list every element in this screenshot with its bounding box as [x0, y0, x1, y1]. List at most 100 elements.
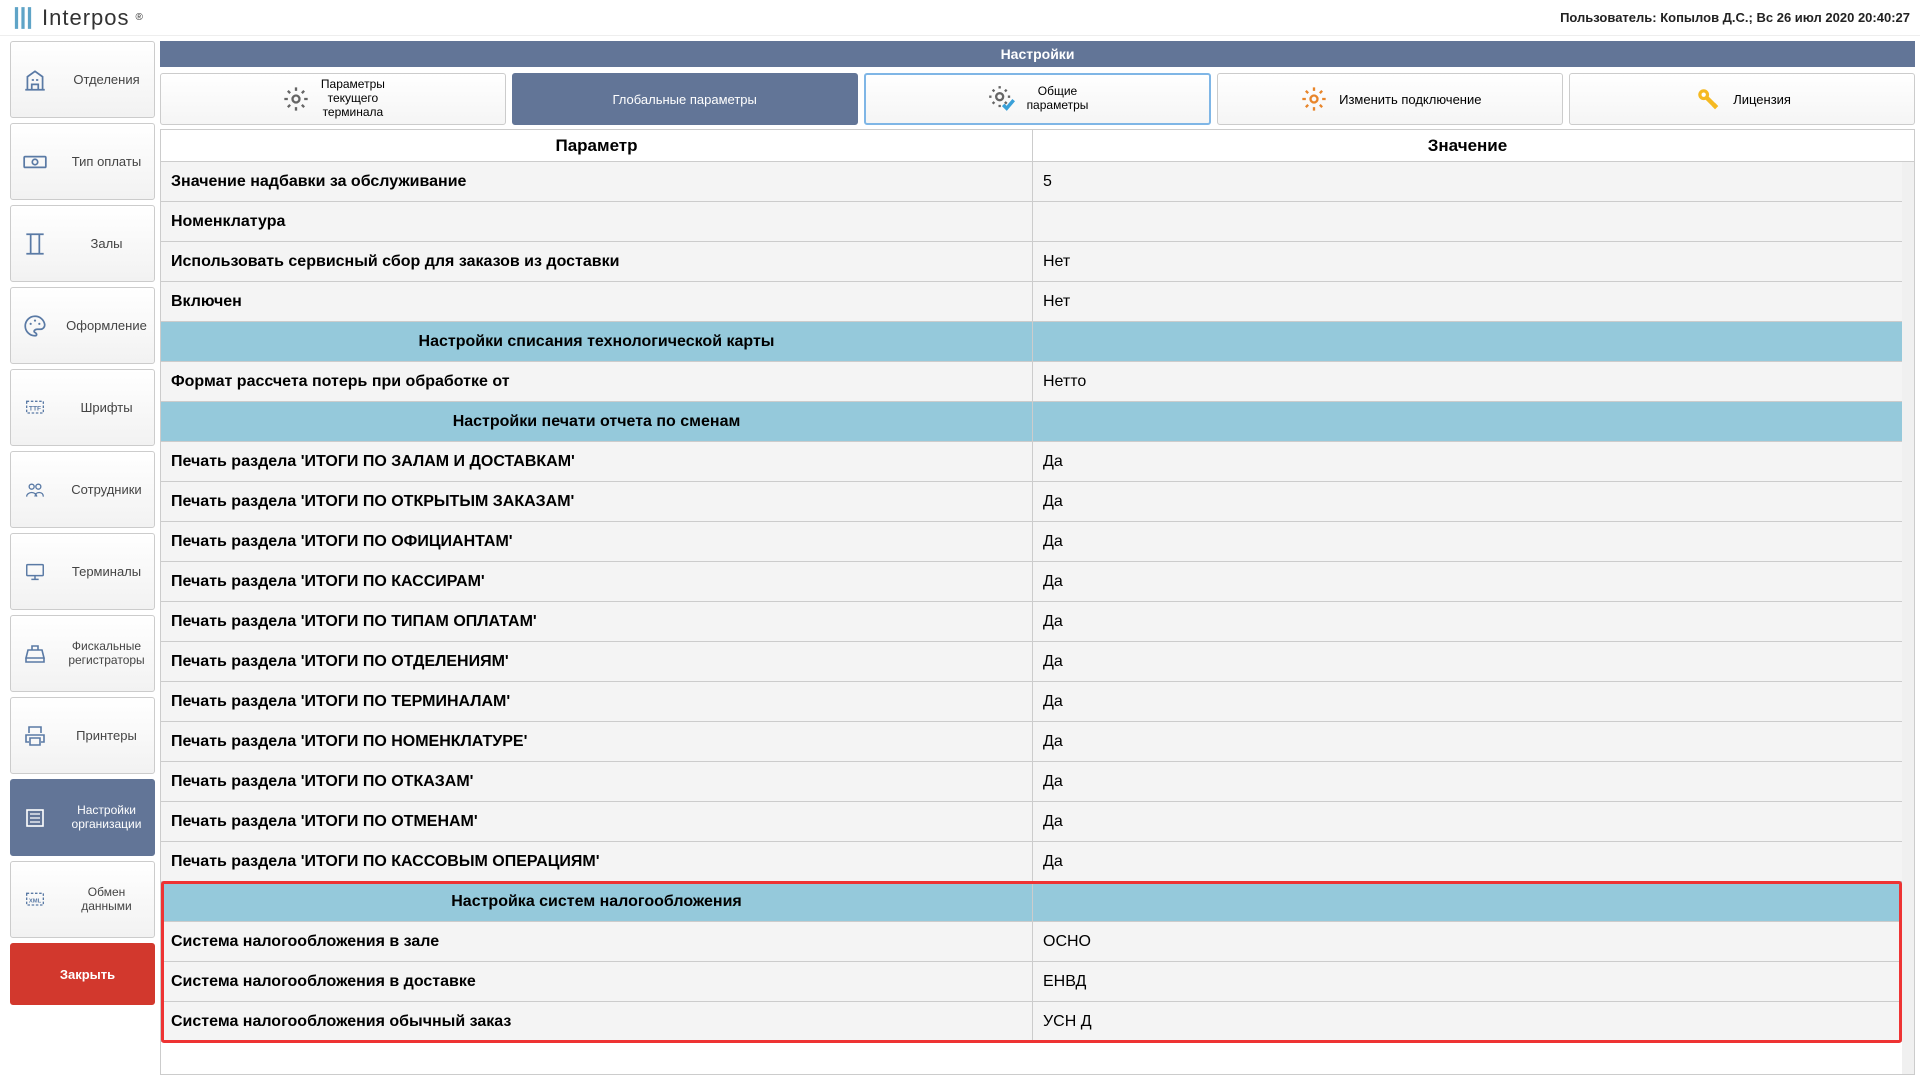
tab-label: Изменить подключение [1339, 92, 1481, 107]
cell-value[interactable]: Да [1033, 802, 1902, 841]
section-header-row: Настройка систем налогообложения [161, 882, 1914, 922]
tab-change-connection[interactable]: Изменить подключение [1217, 73, 1563, 125]
cell-value[interactable]: Да [1033, 602, 1902, 641]
cell-value[interactable]: Да [1033, 842, 1902, 881]
tab-license[interactable]: Лицензия [1569, 73, 1915, 125]
sidebar-item-label: Терминалы [59, 564, 154, 580]
table-row[interactable]: Система налогообложения обычный заказУСН… [161, 1002, 1914, 1042]
table-row[interactable]: Печать раздела 'ИТОГИ ПО ЗАЛАМ И ДОСТАВК… [161, 442, 1914, 482]
cell-value[interactable]: ЕНВД [1033, 962, 1902, 1001]
sidebar: Отделения Тип оплаты Залы Оформление TTF… [0, 36, 155, 1080]
sidebar-item-label: Обмен данными [59, 886, 154, 914]
tab-label: Общие параметры [1027, 85, 1089, 113]
tab-global-params[interactable]: Глобальные параметры [512, 73, 858, 125]
cell-param: Печать раздела 'ИТОГИ ПО ОТКАЗАМ' [161, 762, 1033, 801]
sidebar-item-printers[interactable]: Принтеры [10, 697, 155, 774]
close-label: Закрыть [60, 967, 115, 982]
sidebar-item-label: Фискальные регистраторы [59, 640, 154, 668]
sidebar-item-label: Тип оплаты [59, 154, 154, 170]
settings-grid: Параметр Значение Значение надбавки за о… [160, 129, 1915, 1075]
cell-value[interactable]: ОСНО [1033, 922, 1902, 961]
cell-value [1033, 402, 1902, 441]
sidebar-item-staff[interactable]: Сотрудники [10, 451, 155, 528]
main-area: Настройки Параметры текущего терминала Г… [155, 36, 1920, 1080]
cell-value[interactable]: Да [1033, 682, 1902, 721]
cell-value[interactable]: Да [1033, 762, 1902, 801]
table-row[interactable]: Печать раздела 'ИТОГИ ПО ОТКАЗАМ'Да [161, 762, 1914, 802]
cell-param: Система налогообложения в доставке [161, 962, 1033, 1001]
table-row[interactable]: Формат рассчета потерь при обработке отН… [161, 362, 1914, 402]
sidebar-item-departments[interactable]: Отделения [10, 41, 155, 118]
cell-param: Печать раздела 'ИТОГИ ПО ОФИЦИАНТАМ' [161, 522, 1033, 561]
column-header-param[interactable]: Параметр [161, 130, 1033, 161]
table-row[interactable]: Печать раздела 'ИТОГИ ПО ОФИЦИАНТАМ'Да [161, 522, 1914, 562]
cell-value[interactable]: Да [1033, 482, 1902, 521]
cell-value[interactable]: Да [1033, 722, 1902, 761]
cell-param: Печать раздела 'ИТОГИ ПО КАССИРАМ' [161, 562, 1033, 601]
ttf-icon: TTF [21, 394, 49, 422]
topbar: Interpos® Пользователь: Копылов Д.С.; Вс… [0, 0, 1920, 36]
table-row[interactable]: Система налогообложения в залеОСНО [161, 922, 1914, 962]
table-row[interactable]: Печать раздела 'ИТОГИ ПО ОТКРЫТЫМ ЗАКАЗА… [161, 482, 1914, 522]
table-row[interactable]: Печать раздела 'ИТОГИ ПО ОТМЕНАМ'Да [161, 802, 1914, 842]
cell-param: Формат рассчета потерь при обработке от [161, 362, 1033, 401]
cell-value[interactable]: Да [1033, 642, 1902, 681]
sidebar-item-halls[interactable]: Залы [10, 205, 155, 282]
table-row[interactable]: Печать раздела 'ИТОГИ ПО ТИПАМ ОПЛАТАМ'Д… [161, 602, 1914, 642]
cell-param: Печать раздела 'ИТОГИ ПО НОМЕНКЛАТУРЕ' [161, 722, 1033, 761]
sidebar-item-xml[interactable]: XML Обмен данными [10, 861, 155, 938]
cell-value[interactable]: Да [1033, 562, 1902, 601]
page-title: Настройки [160, 41, 1915, 67]
cell-param: Система налогообложения в зале [161, 922, 1033, 961]
xml-icon: XML [21, 886, 49, 914]
svg-text:XML: XML [29, 898, 42, 904]
sidebar-item-fonts[interactable]: TTF Шрифты [10, 369, 155, 446]
user-info: Пользователь: Копылов Д.С.; Вс 26 июл 20… [1560, 10, 1910, 25]
sidebar-item-label: Принтеры [59, 728, 154, 744]
cell-value[interactable]: Да [1033, 522, 1902, 561]
cell-param: Печать раздела 'ИТОГИ ПО КАССОВЫМ ОПЕРАЦ… [161, 842, 1033, 881]
cell-value[interactable]: Да [1033, 442, 1902, 481]
table-row[interactable]: Печать раздела 'ИТОГИ ПО КАССОВЫМ ОПЕРАЦ… [161, 842, 1914, 882]
sidebar-item-orgsettings[interactable]: Настройки организации [10, 779, 155, 856]
table-row[interactable]: Система налогообложения в доставкеЕНВД [161, 962, 1914, 1002]
table-row[interactable]: Номенклатура [161, 202, 1914, 242]
cell-param: Настройка систем налогообложения [161, 882, 1033, 921]
close-button[interactable]: Закрыть [10, 943, 155, 1005]
cell-value[interactable]: Нет [1033, 242, 1902, 281]
cell-param: Номенклатура [161, 202, 1033, 241]
table-row[interactable]: Значение надбавки за обслуживание5 [161, 162, 1914, 202]
cell-param: Использовать сервисный сбор для заказов … [161, 242, 1033, 281]
grid-body[interactable]: Значение надбавки за обслуживание5Номенк… [161, 162, 1914, 1074]
sidebar-item-decoration[interactable]: Оформление [10, 287, 155, 364]
cell-param: Печать раздела 'ИТОГИ ПО ТЕРМИНАЛАМ' [161, 682, 1033, 721]
table-row[interactable]: Печать раздела 'ИТОГИ ПО ОТДЕЛЕНИЯМ'Да [161, 642, 1914, 682]
scrollbar[interactable] [1902, 162, 1914, 1074]
cell-param: Настройки печати отчета по сменам [161, 402, 1033, 441]
cell-value[interactable]: 5 [1033, 162, 1902, 201]
table-row[interactable]: Использовать сервисный сбор для заказов … [161, 242, 1914, 282]
tab-label: Глобальные параметры [613, 92, 757, 107]
cell-param: Печать раздела 'ИТОГИ ПО ОТДЕЛЕНИЯМ' [161, 642, 1033, 681]
monitor-icon [21, 558, 49, 586]
cell-value[interactable] [1033, 202, 1902, 241]
table-row[interactable]: Печать раздела 'ИТОГИ ПО ТЕРМИНАЛАМ'Да [161, 682, 1914, 722]
table-row[interactable]: ВключенНет [161, 282, 1914, 322]
sidebar-item-fiscal[interactable]: Фискальные регистраторы [10, 615, 155, 692]
tab-terminal-params[interactable]: Параметры текущего терминала [160, 73, 506, 125]
people-icon [21, 476, 49, 504]
tab-label: Параметры текущего терминала [321, 78, 385, 119]
sidebar-item-terminals[interactable]: Терминалы [10, 533, 155, 610]
cell-value[interactable]: Нетто [1033, 362, 1902, 401]
cell-value[interactable]: УСН Д [1033, 1002, 1902, 1041]
tab-common-params[interactable]: Общие параметры [864, 73, 1212, 125]
sidebar-item-label: Залы [59, 236, 154, 252]
column-header-value[interactable]: Значение [1033, 130, 1902, 161]
sidebar-item-paymenttype[interactable]: Тип оплаты [10, 123, 155, 200]
cell-value[interactable]: Нет [1033, 282, 1902, 321]
cell-param: Включен [161, 282, 1033, 321]
table-row[interactable]: Печать раздела 'ИТОГИ ПО НОМЕНКЛАТУРЕ'Да [161, 722, 1914, 762]
cell-param: Печать раздела 'ИТОГИ ПО ОТМЕНАМ' [161, 802, 1033, 841]
table-row[interactable]: Печать раздела 'ИТОГИ ПО КАССИРАМ'Да [161, 562, 1914, 602]
cell-param: Настройки списания технологической карты [161, 322, 1033, 361]
